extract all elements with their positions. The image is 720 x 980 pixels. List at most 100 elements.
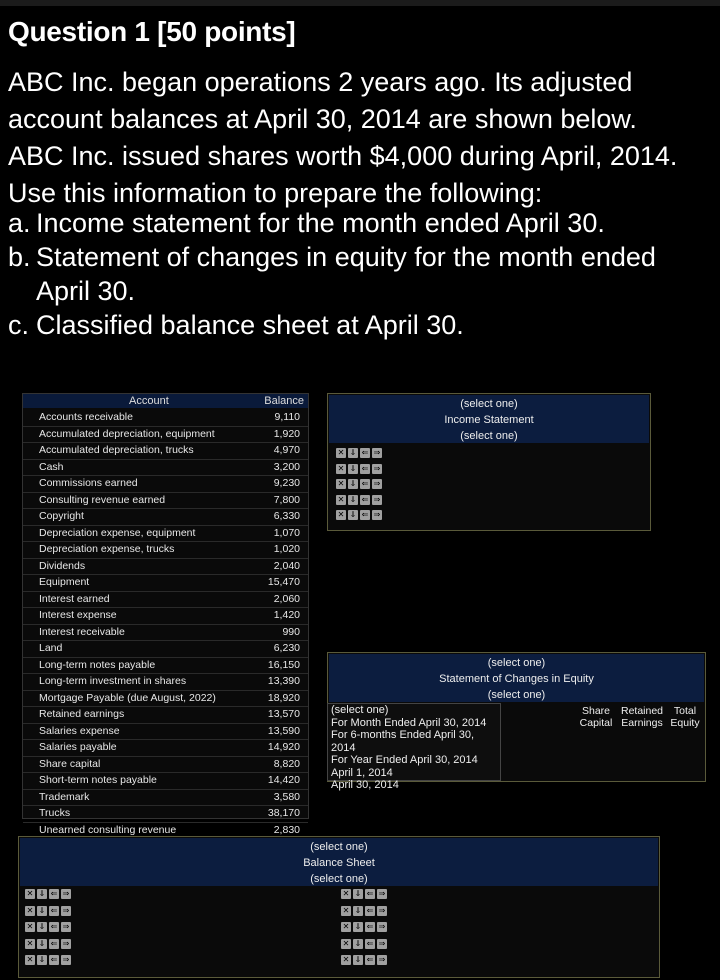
delete-icon[interactable]: ✕: [336, 510, 346, 520]
indent-icon[interactable]: ⇒: [372, 510, 382, 520]
delete-icon[interactable]: ✕: [341, 889, 351, 899]
date-select[interactable]: (select one): [19, 873, 659, 885]
delete-icon[interactable]: ✕: [336, 463, 346, 474]
delete-icon[interactable]: ✕: [336, 494, 346, 505]
delete-icon[interactable]: ✕: [25, 889, 35, 899]
indent-icon[interactable]: ⇒: [61, 955, 71, 965]
insert-below-icon[interactable]: ⇓: [348, 510, 358, 520]
table-row: Depreciation expense, equipment 1,070: [23, 526, 308, 542]
account-balance: 1,070: [273, 526, 300, 539]
delete-icon[interactable]: ✕: [25, 905, 35, 916]
outdent-icon[interactable]: ⇐: [360, 510, 370, 520]
delete-icon[interactable]: ✕: [336, 448, 346, 458]
outdent-icon[interactable]: ⇐: [365, 955, 375, 965]
indent-icon[interactable]: ⇒: [377, 955, 387, 965]
delete-icon[interactable]: ✕: [341, 938, 351, 949]
account-balance: 15,470: [267, 576, 300, 588]
task-item: b. Statement of changes in equity for th…: [8, 240, 713, 308]
outdent-icon[interactable]: ⇐: [365, 889, 375, 899]
outdent-icon[interactable]: ⇐: [365, 938, 375, 949]
delete-icon[interactable]: ✕: [341, 922, 351, 932]
account-balance: 2,830: [273, 823, 300, 836]
indent-icon[interactable]: ⇒: [372, 448, 382, 458]
account-name: Copyright: [39, 510, 84, 522]
insert-below-icon[interactable]: ⇓: [353, 905, 363, 916]
account-balance: 9,110: [274, 411, 301, 423]
delete-icon[interactable]: ✕: [341, 955, 351, 965]
insert-below-icon[interactable]: ⇓: [37, 938, 47, 949]
account-name: Dividends: [39, 559, 86, 572]
indent-icon[interactable]: ⇒: [372, 479, 382, 489]
insert-below-icon[interactable]: ⇓: [37, 905, 47, 916]
insert-below-icon[interactable]: ⇓: [37, 889, 47, 899]
indent-icon[interactable]: ⇒: [61, 922, 71, 932]
account-name: Salaries expense: [39, 724, 120, 737]
table-row: Retained earnings 13,570: [23, 707, 308, 724]
account-name: Interest receivable: [39, 625, 125, 638]
table-row: Depreciation expense, trucks 1,020: [23, 542, 308, 559]
date-dropdown-menu[interactable]: (select one) For Month Ended April 30, 2…: [327, 703, 501, 791]
outdent-icon[interactable]: ⇐: [365, 905, 375, 916]
outdent-icon[interactable]: ⇐: [360, 494, 370, 505]
delete-icon[interactable]: ✕: [336, 479, 346, 489]
insert-below-icon[interactable]: ⇓: [353, 955, 363, 965]
insert-below-icon[interactable]: ⇓: [348, 494, 358, 505]
delete-icon[interactable]: ✕: [25, 938, 35, 949]
account-balance: 13,590: [267, 724, 300, 737]
indent-icon[interactable]: ⇒: [372, 463, 382, 474]
indent-icon[interactable]: ⇒: [372, 494, 382, 505]
delete-icon[interactable]: ✕: [25, 955, 35, 965]
insert-below-icon[interactable]: ⇓: [353, 922, 363, 932]
period-select[interactable]: (select one): [19, 841, 659, 853]
dropdown-option[interactable]: April 30, 2014: [328, 779, 500, 792]
insert-below-icon[interactable]: ⇓: [37, 955, 47, 965]
account-name: Trademark: [39, 790, 90, 803]
indent-icon[interactable]: ⇒: [377, 905, 387, 916]
account-balance: 38,170: [267, 807, 300, 819]
outdent-icon[interactable]: ⇐: [365, 922, 375, 932]
insert-below-icon[interactable]: ⇓: [348, 463, 358, 474]
date-select[interactable]: (select one): [328, 430, 650, 442]
account-balance: 990: [282, 625, 300, 638]
delete-icon[interactable]: ✕: [25, 922, 35, 932]
outdent-icon[interactable]: ⇐: [49, 905, 59, 916]
indent-icon[interactable]: ⇒: [61, 905, 71, 916]
table-row: Dividends 2,040: [23, 559, 308, 575]
outdent-icon[interactable]: ⇐: [360, 479, 370, 489]
account-balance: 3,580: [273, 790, 300, 803]
account-name: Interest expense: [39, 609, 117, 621]
col-share-capital: Share Capital: [579, 705, 613, 729]
outdent-icon[interactable]: ⇐: [360, 463, 370, 474]
outdent-icon[interactable]: ⇐: [49, 938, 59, 949]
dropdown-option[interactable]: (select one): [328, 704, 500, 717]
row-controls: ✕ ⇓ ⇐ ⇒: [25, 955, 71, 965]
dropdown-option[interactable]: For Year Ended April 30, 2014: [328, 754, 500, 767]
period-select[interactable]: (select one): [328, 398, 650, 410]
delete-icon[interactable]: ✕: [341, 905, 351, 916]
period-select[interactable]: (select one): [328, 657, 705, 669]
dropdown-option[interactable]: For 6-months Ended April 30, 2014: [328, 729, 500, 754]
date-select[interactable]: (select one): [328, 689, 705, 701]
task-text: Statement of changes in equity for the m…: [36, 242, 656, 306]
insert-below-icon[interactable]: ⇓: [353, 889, 363, 899]
insert-below-icon[interactable]: ⇓: [348, 479, 358, 489]
row-controls: ✕ ⇓ ⇐ ⇒: [336, 463, 382, 474]
task-list: a. Income statement for the month ended …: [8, 206, 713, 342]
indent-icon[interactable]: ⇒: [61, 889, 71, 899]
dropdown-option[interactable]: For Month Ended April 30, 2014: [328, 717, 500, 730]
indent-icon[interactable]: ⇒: [61, 938, 71, 949]
indent-icon[interactable]: ⇒: [377, 889, 387, 899]
dropdown-option[interactable]: April 1, 2014: [328, 767, 500, 780]
insert-below-icon[interactable]: ⇓: [348, 448, 358, 458]
outdent-icon[interactable]: ⇐: [360, 448, 370, 458]
insert-below-icon[interactable]: ⇓: [37, 922, 47, 932]
outdent-icon[interactable]: ⇐: [49, 955, 59, 965]
account-name: Long-term investment in shares: [39, 675, 187, 687]
top-strip: [0, 0, 720, 6]
indent-icon[interactable]: ⇒: [377, 922, 387, 932]
insert-below-icon[interactable]: ⇓: [353, 938, 363, 949]
account-balance: 1,420: [273, 609, 300, 621]
outdent-icon[interactable]: ⇐: [49, 889, 59, 899]
outdent-icon[interactable]: ⇐: [49, 922, 59, 932]
indent-icon[interactable]: ⇒: [377, 938, 387, 949]
